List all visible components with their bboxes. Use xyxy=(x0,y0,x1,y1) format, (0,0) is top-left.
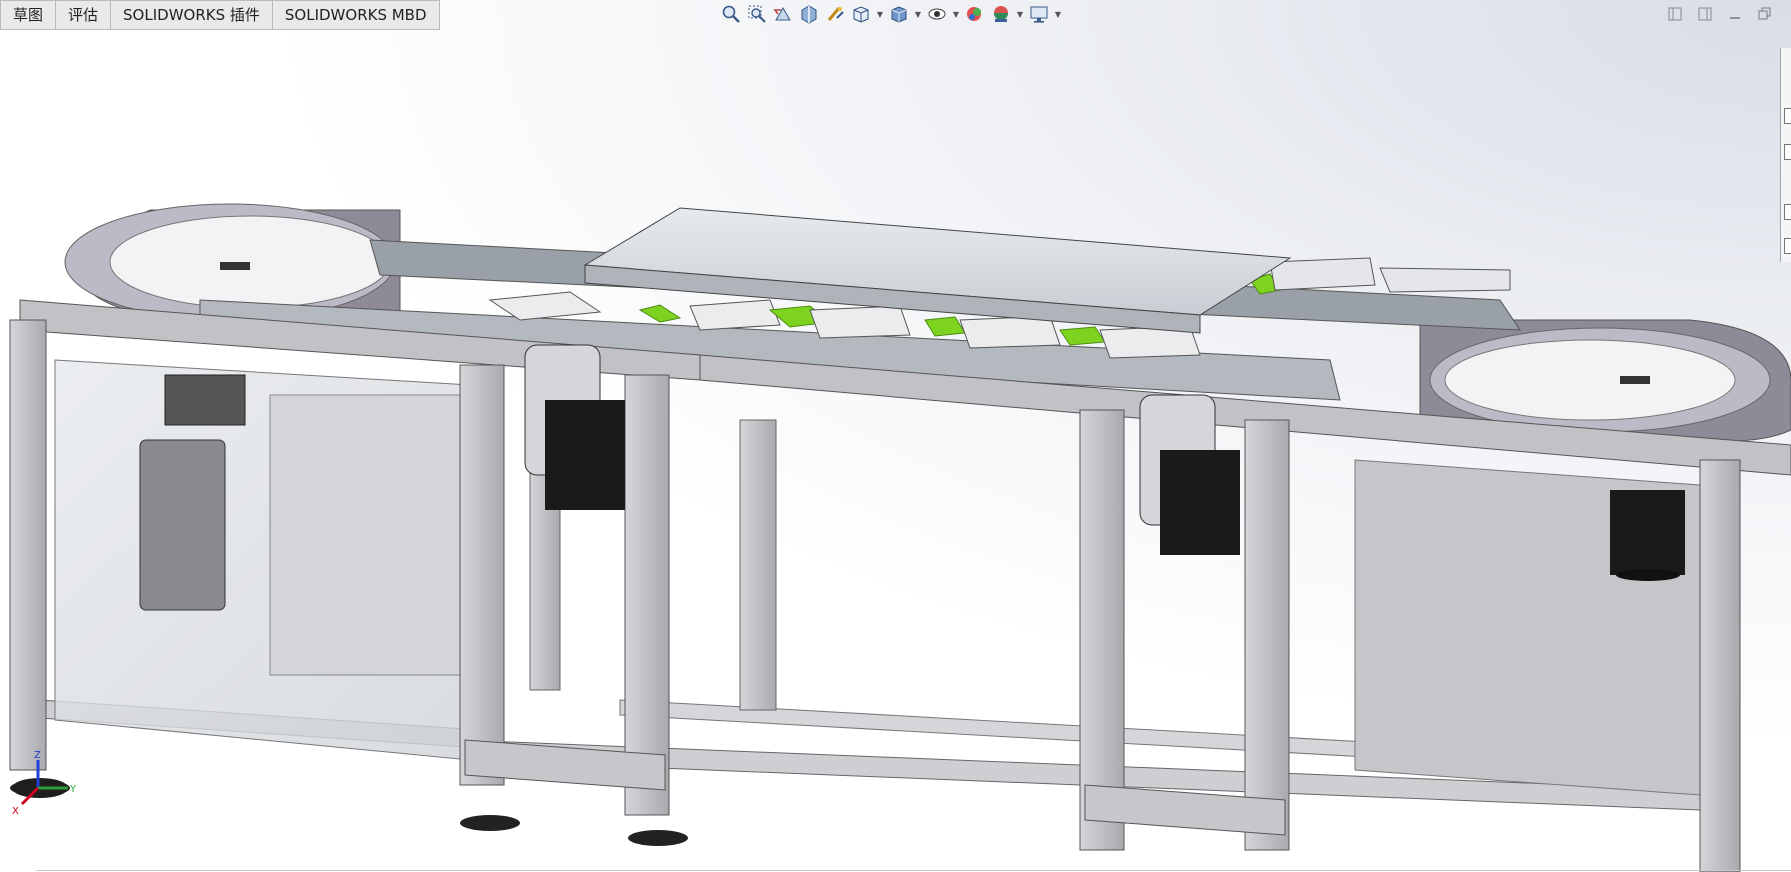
tab-evaluate[interactable]: 评估 xyxy=(56,0,112,30)
top-plate xyxy=(583,207,1292,334)
reference-triad: Z Y X xyxy=(12,750,77,817)
y-axis-label: Y xyxy=(69,784,77,795)
restore-icon[interactable] xyxy=(1757,6,1773,22)
conveyor-assembly-model[interactable] xyxy=(0,0,1791,872)
previous-view-icon[interactable] xyxy=(772,3,794,25)
chevron-down-icon[interactable]: ▼ xyxy=(914,3,922,25)
dynamic-annotation-icon[interactable] xyxy=(824,3,846,25)
chevron-down-icon[interactable]: ▼ xyxy=(876,3,884,25)
chevron-down-icon[interactable]: ▼ xyxy=(1054,3,1062,25)
tile-left-icon[interactable] xyxy=(1667,6,1683,22)
right-cabinet xyxy=(1354,459,1701,796)
viewport-bottom-border xyxy=(36,870,1791,871)
heads-up-view-toolbar: ▼ ▼ ▼ ▼ ▼ xyxy=(720,3,1062,25)
task-pane-tab[interactable] xyxy=(1784,144,1791,160)
zoom-to-area-icon[interactable] xyxy=(746,3,768,25)
minimize-icon[interactable] xyxy=(1727,6,1743,22)
tab-solidworks-addins[interactable]: SOLIDWORKS 插件 xyxy=(111,0,273,30)
window-controls xyxy=(1667,6,1773,22)
z-axis-label: Z xyxy=(34,750,41,761)
section-view-icon[interactable] xyxy=(798,3,820,25)
chevron-down-icon[interactable]: ▼ xyxy=(1016,3,1024,25)
task-pane-tabs[interactable] xyxy=(1780,48,1791,262)
command-manager-tabs: 草图 评估 SOLIDWORKS 插件 SOLIDWORKS MBD xyxy=(0,0,440,30)
hide-show-items-icon[interactable] xyxy=(926,3,948,25)
apply-scene-icon[interactable] xyxy=(990,3,1012,25)
tab-sketch[interactable]: 草图 xyxy=(0,0,57,30)
task-pane-tab[interactable] xyxy=(1784,238,1791,254)
left-cabinet xyxy=(54,359,471,761)
task-pane-tab[interactable] xyxy=(1784,204,1791,220)
graphics-area[interactable]: 草图 评估 SOLIDWORKS 插件 SOLIDWORKS MBD ▼ ▼ ▼… xyxy=(0,0,1791,872)
x-axis-label: X xyxy=(12,806,19,817)
tab-solidworks-mbd[interactable]: SOLIDWORKS MBD xyxy=(272,0,440,30)
zoom-to-fit-icon[interactable] xyxy=(720,3,742,25)
edit-appearance-icon[interactable] xyxy=(964,3,986,25)
view-settings-icon[interactable] xyxy=(1028,3,1050,25)
tile-right-icon[interactable] xyxy=(1697,6,1713,22)
task-pane-tab[interactable] xyxy=(1784,108,1791,124)
display-style-icon[interactable] xyxy=(888,3,910,25)
chevron-down-icon[interactable]: ▼ xyxy=(952,3,960,25)
view-orientation-icon[interactable] xyxy=(850,3,872,25)
